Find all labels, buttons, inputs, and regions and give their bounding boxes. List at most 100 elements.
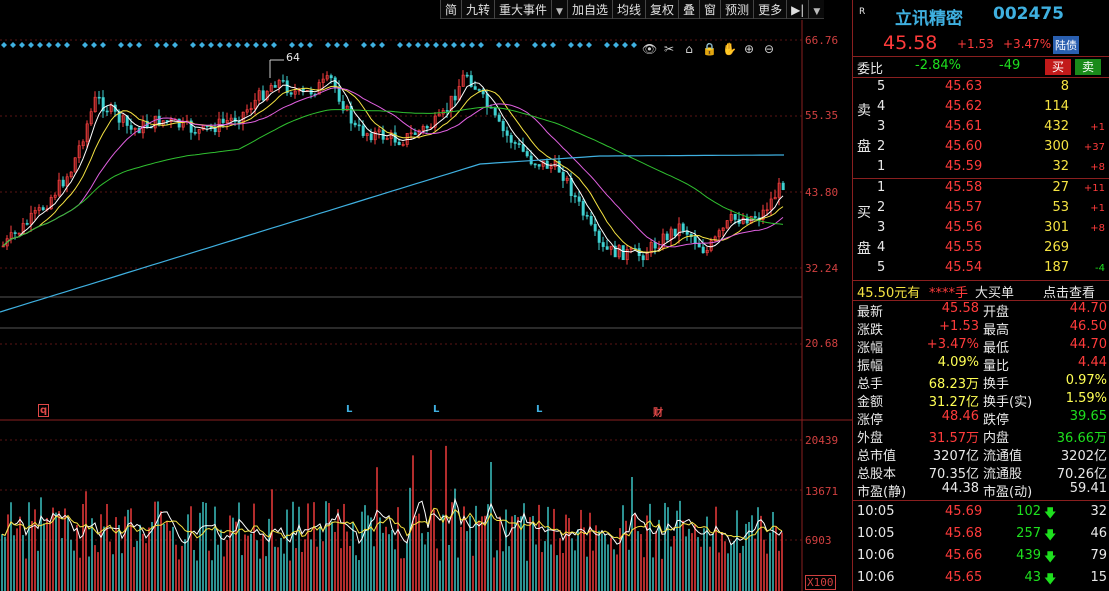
lock-icon[interactable]: 🔒 <box>702 42 717 56</box>
event-diamond <box>253 42 259 48</box>
stat-value: 44.70 <box>1069 301 1107 316</box>
event-diamond <box>370 42 376 48</box>
candle-body <box>369 133 373 141</box>
candle-body <box>477 89 481 91</box>
bid-change: +11 <box>1083 183 1105 194</box>
tick-count: 46 <box>1090 526 1107 541</box>
price-label-2: 43.80 <box>805 186 839 199</box>
stat-row-10: 市盈(静) 44.38 市盈(动) 59.41 <box>853 481 1109 500</box>
ask-change: +8 <box>1090 162 1105 173</box>
kline-chart-canvas[interactable] <box>0 20 852 591</box>
toolbar-item-0[interactable]: 简 <box>440 0 461 19</box>
event-marker-1[interactable]: L <box>346 404 352 415</box>
event-diamond <box>343 42 349 48</box>
stock-header: R 立讯精密 002475 <box>853 4 1109 29</box>
price-pct: +3.47% <box>1003 37 1052 51</box>
toolbar-item-12[interactable]: ▼ <box>808 0 824 19</box>
toolbar-item-11[interactable]: ▶| <box>786 0 808 19</box>
candle-body <box>221 118 225 123</box>
candle-body <box>589 215 593 225</box>
stat-row-6: 涨停 48.46 跌停 39.65 <box>853 409 1109 428</box>
candle-body <box>693 236 697 244</box>
candle-body <box>525 151 529 157</box>
sell-button[interactable]: 卖 <box>1075 59 1101 75</box>
candle-body <box>585 214 589 217</box>
ask-level-4: 4 45.62 114 <box>853 99 1109 117</box>
event-diamond <box>622 42 628 48</box>
stat-value: 39.65 <box>1069 409 1107 424</box>
hand-icon[interactable]: ✋ <box>722 42 737 56</box>
event-diamond <box>586 42 592 48</box>
event-diamond <box>307 42 313 48</box>
weibi-label: 委比 <box>857 62 884 77</box>
event-diamond <box>532 42 538 48</box>
ask-change: +1 <box>1090 122 1105 133</box>
toolbar-item-8[interactable]: 窗 <box>699 0 720 19</box>
home-icon[interactable]: ⌂ <box>682 42 696 56</box>
event-marker-4[interactable]: 财 <box>653 404 663 419</box>
candle-body <box>745 217 749 224</box>
stat-row-9: 总股本 70.35亿 流通股 70.26亿 <box>853 463 1109 482</box>
ask-level-1: 1 45.59 32 +8 <box>853 159 1109 177</box>
zoom-in-icon[interactable]: ⊕ <box>742 42 756 56</box>
price-change: +1.53 <box>957 37 994 51</box>
toolbar-item-6[interactable]: 复权 <box>645 0 678 19</box>
peak-price-label: 64 <box>286 51 300 64</box>
zoom-out-icon[interactable]: ⊖ <box>762 42 776 56</box>
toolbar-item-9[interactable]: 预测 <box>720 0 753 19</box>
toolbar-item-2[interactable]: 重大事件 <box>494 0 551 19</box>
toolbar-item-3[interactable]: ▼ <box>551 0 567 19</box>
chart-toolbar: 简九转 重大事件 ▼ 加自选 均线 复权叠窗预测 更多 ▶| ▼ <box>440 0 825 19</box>
event-diamond <box>361 42 367 48</box>
toolbar-item-1[interactable]: 九转 <box>461 0 494 19</box>
event-marker-2[interactable]: L <box>433 404 439 415</box>
candle-body <box>593 223 597 232</box>
candle-body <box>505 130 509 136</box>
ask-level-3: 3 45.61 432 +1 <box>853 119 1109 137</box>
event-diamond <box>91 42 97 48</box>
candle-body <box>337 87 341 102</box>
event-diamond <box>100 42 106 48</box>
event-diamond <box>172 42 178 48</box>
ask-volume: 114 <box>1044 99 1069 114</box>
bid-level-5: 5 45.54 187 -4 <box>853 260 1109 278</box>
ask-level-2: 2 45.60 300 +37 <box>853 139 1109 157</box>
candle-body <box>513 142 517 144</box>
big-order-row[interactable]: 45.50元有 ****手 大买单 点击查看 <box>853 282 1109 301</box>
exchange-badge[interactable]: 陆债 <box>1053 36 1079 54</box>
toolbar-item-4[interactable]: 加自选 <box>566 0 612 19</box>
event-marker-0[interactable]: q <box>38 404 50 417</box>
event-diamond <box>613 42 619 48</box>
candle-body <box>501 120 505 132</box>
buy-button[interactable]: 买 <box>1045 59 1071 75</box>
event-diamond <box>325 42 331 48</box>
quote-panel: R 立讯精密 002475 45.58 +1.53 +3.47% 陆债 委比 -… <box>852 0 1109 591</box>
eye-icon[interactable]: 👁 <box>642 42 657 56</box>
candle-body <box>497 114 501 122</box>
stat-row-7: 外盘 31.57万 内盘 36.66万 <box>853 427 1109 446</box>
event-diamond <box>496 42 502 48</box>
event-diamond <box>577 42 583 48</box>
toolbar-item-10[interactable]: 更多 <box>753 0 786 19</box>
scissors-icon[interactable]: ✂ <box>662 42 676 56</box>
event-marker-3[interactable]: L <box>536 404 542 415</box>
event-diamond <box>271 42 277 48</box>
ask-change: +37 <box>1083 142 1105 153</box>
event-diamond <box>514 42 520 48</box>
kline-chart[interactable]: 👁 ✂ ⌂ 🔒 ✋ ⊕ ⊖ 66.76 55.35 43.80 32.24 20.68 20… <box>0 20 852 591</box>
candle-body <box>605 246 609 250</box>
big-order-link[interactable]: 点击查看 <box>1043 282 1095 301</box>
toolbar-item-7[interactable]: 叠 <box>678 0 699 19</box>
candle-body <box>601 242 605 247</box>
event-diamond <box>163 42 169 48</box>
event-diamond <box>1 42 7 48</box>
event-diamond <box>127 42 133 48</box>
event-diamond <box>469 42 475 48</box>
event-diamond <box>334 42 340 48</box>
candle-body <box>465 74 469 77</box>
event-diamond <box>235 42 241 48</box>
toolbar-item-5[interactable]: 均线 <box>611 0 645 19</box>
candle-body <box>193 132 197 134</box>
event-diamond <box>226 42 232 48</box>
candle-body <box>105 110 109 113</box>
